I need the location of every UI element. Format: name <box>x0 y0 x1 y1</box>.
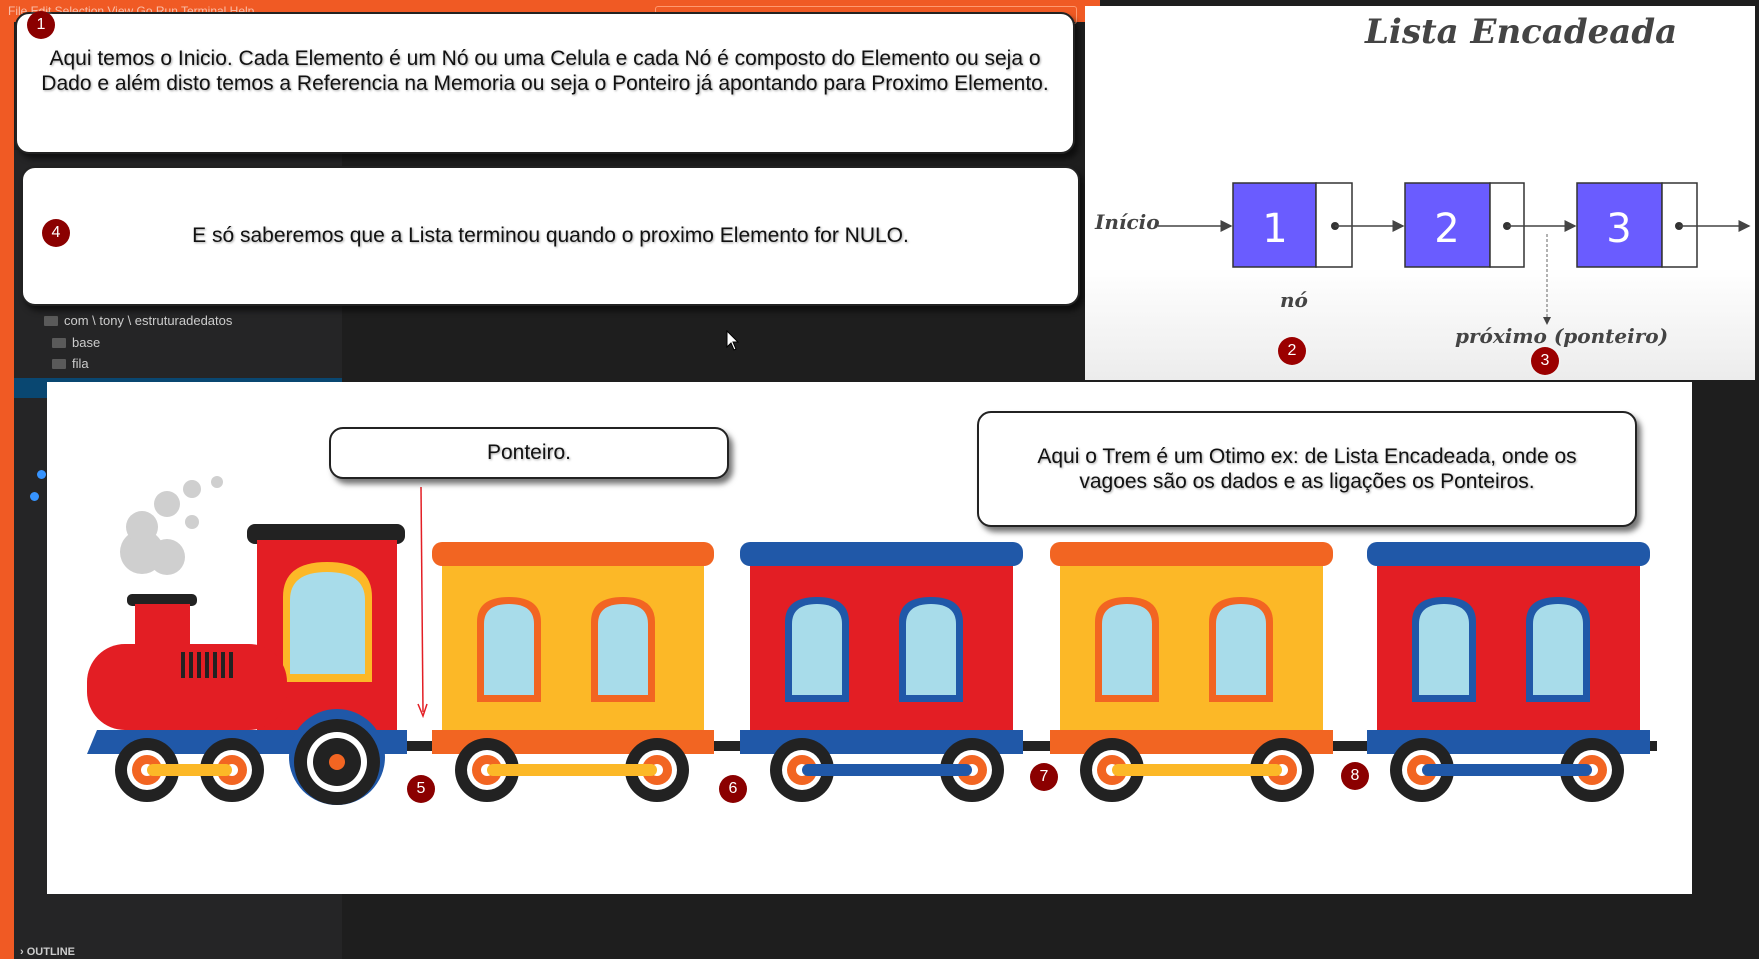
tree-item-label: fila <box>72 356 89 371</box>
info-icon <box>30 492 39 501</box>
node-value: 2 <box>1434 206 1459 252</box>
smoke-icon <box>120 476 223 575</box>
wagon-2 <box>740 542 1023 802</box>
callout-intro-text: Aqui temos o Inicio. Cada Elemento é um … <box>41 47 1049 95</box>
train-badge-5: 5 <box>407 775 435 803</box>
activity-bar <box>0 0 14 959</box>
train-illustration-panel: Ponteiro. Aqui o Trem é um Otimo ex: de … <box>47 382 1692 894</box>
mouse-cursor-icon <box>726 330 740 351</box>
tree-item-base[interactable]: base <box>52 335 100 350</box>
folder-icon <box>44 315 58 326</box>
linked-list-diagram: Lista Encadeada Início 1 2 3 nó próximo … <box>1085 6 1755 380</box>
info-icon <box>37 470 46 479</box>
callout-null-text: E só saberemos que a Lista terminou quan… <box>192 224 909 247</box>
tree-item-label: base <box>72 335 101 350</box>
callout-intro: Aqui temos o Inicio. Cada Elemento é um … <box>15 12 1075 154</box>
outline-section-header[interactable]: › OUTLINE <box>20 946 75 958</box>
tree-item-fila[interactable]: fila <box>52 356 89 371</box>
callout-trem: Aqui o Trem é um Otimo ex: de Lista Enca… <box>977 411 1637 527</box>
pointer-label: próximo (ponteiro) <box>1455 324 1669 348</box>
train-badge-7: 7 <box>1030 763 1058 791</box>
train-badge-8: 8 <box>1341 762 1369 790</box>
pointer-arrow <box>420 486 424 713</box>
callout-badge-1: 1 <box>27 11 55 39</box>
folder-icon <box>52 337 66 348</box>
diagram-badge-2: 2 <box>1278 337 1306 365</box>
callout-ponteiro: Ponteiro. <box>329 427 729 479</box>
node-value: 1 <box>1262 206 1287 252</box>
wagon-4 <box>1367 542 1650 802</box>
node-value: 3 <box>1606 206 1631 252</box>
folder-icon <box>52 358 66 369</box>
node-label: nó <box>1280 288 1308 312</box>
train-badge-6: 6 <box>719 775 747 803</box>
diagram-badge-3: 3 <box>1531 347 1559 375</box>
wagon-1 <box>432 542 714 802</box>
callout-null: E só saberemos que a Lista terminou quan… <box>21 166 1080 306</box>
callout-badge-4: 4 <box>42 219 70 247</box>
tree-item-package[interactable]: com \ tony \ estruturadedatos <box>44 313 232 328</box>
wagon-3 <box>1050 542 1333 802</box>
tree-item-label: com \ tony \ estruturadedatos <box>64 313 233 328</box>
